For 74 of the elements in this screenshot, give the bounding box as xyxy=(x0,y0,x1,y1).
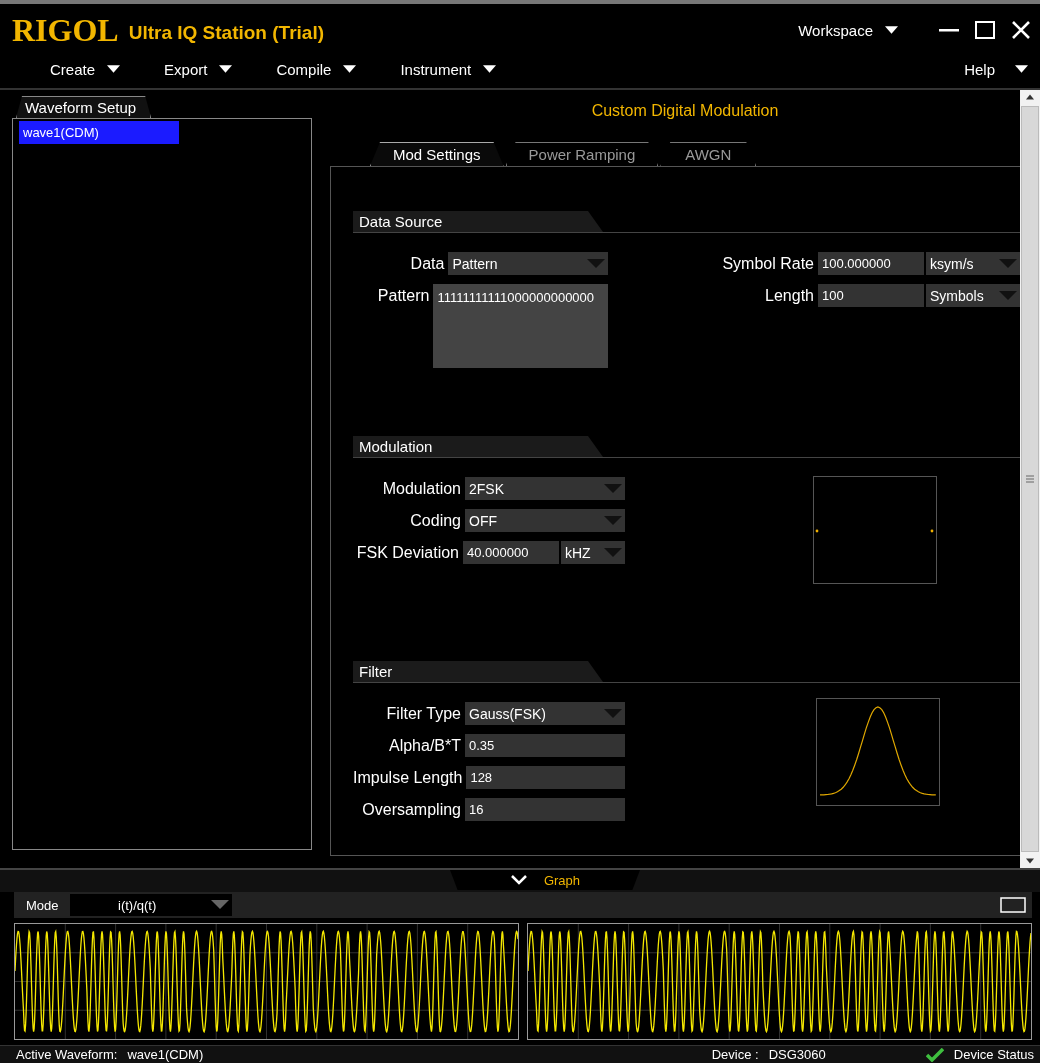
caret-icon xyxy=(107,64,121,74)
caret-icon xyxy=(211,900,229,910)
caret-icon xyxy=(219,64,233,74)
input-field[interactable]: 100.000000 xyxy=(818,252,924,275)
unit-dropdown[interactable]: Symbols xyxy=(926,284,1020,307)
input-field[interactable]: 16 xyxy=(465,798,625,821)
field-label: FSK Deviation xyxy=(355,543,459,563)
section-header: Data Source xyxy=(353,211,603,232)
caret-icon xyxy=(343,64,357,74)
field-label: Modulation xyxy=(381,479,461,499)
section-header: Filter xyxy=(353,661,603,682)
caret-icon xyxy=(483,64,497,74)
caret-icon xyxy=(604,483,622,494)
caret-icon xyxy=(999,258,1017,269)
menu-item[interactable]: Compile xyxy=(276,60,357,78)
input-field[interactable]: 40.000000 xyxy=(463,541,559,564)
dropdown[interactable]: 2FSK xyxy=(465,477,625,500)
caret-icon xyxy=(587,258,606,269)
menu-item[interactable]: Export xyxy=(164,60,233,78)
logo: RIGOL xyxy=(12,11,119,49)
field-label: Symbol Rate xyxy=(721,254,814,274)
field-label: Filter Type xyxy=(385,704,461,724)
window-icon[interactable] xyxy=(998,895,1028,915)
field-label: Impulse Length xyxy=(353,768,463,788)
window-title: Ultra IQ Station (Trial) xyxy=(128,22,324,44)
tab[interactable]: Mod Settings xyxy=(370,142,504,166)
field-label: Alpha/B*T xyxy=(387,736,461,756)
tab[interactable]: AWGN xyxy=(660,142,757,166)
tree-item[interactable]: wave1(CDM) xyxy=(19,121,179,144)
field-label: Length xyxy=(764,286,814,306)
status-text: Device Status xyxy=(953,1047,1034,1062)
pattern-field[interactable]: 11111111111000000000000 xyxy=(433,284,609,368)
caret-icon xyxy=(604,708,622,719)
field-label: Pattern xyxy=(376,286,430,306)
unit-dropdown[interactable]: kHZ xyxy=(561,541,625,564)
chevron-down-icon xyxy=(509,875,528,885)
field-label: Coding xyxy=(409,511,461,531)
scroll-up-icon[interactable] xyxy=(1026,94,1034,100)
status-label: Active Waveform: xyxy=(16,1047,118,1062)
grip-icon xyxy=(1026,475,1034,483)
caret-icon xyxy=(604,515,622,526)
panel-tab[interactable]: Waveform Setup xyxy=(16,96,152,118)
caret-icon xyxy=(604,547,622,558)
status-label: Device : xyxy=(711,1047,759,1062)
maximize-icon[interactable] xyxy=(974,19,996,41)
field-label: Data xyxy=(409,254,445,274)
caret-icon xyxy=(999,290,1017,301)
caret-icon xyxy=(1015,64,1028,74)
dropdown[interactable]: OFF xyxy=(465,509,625,532)
graph-toggle[interactable]: Graph xyxy=(450,870,640,890)
dropdown[interactable]: Pattern xyxy=(448,252,609,275)
menu-item[interactable]: Create xyxy=(50,60,121,78)
mode-dropdown[interactable]: i(t)/q(t) xyxy=(70,894,232,916)
menu-item[interactable]: Instrument xyxy=(400,60,497,78)
field-label: Oversampling xyxy=(361,800,461,820)
tab[interactable]: Power Ramping xyxy=(505,142,659,166)
mode-label: Mode xyxy=(26,897,60,913)
scrollbar[interactable] xyxy=(1020,90,1040,868)
workspace-menu[interactable]: Workspace xyxy=(798,21,898,39)
section-header: Modulation xyxy=(353,436,603,457)
menu-item[interactable]: Help xyxy=(964,60,1028,78)
input-field[interactable]: 100 xyxy=(818,284,924,307)
status-value: DSG3060 xyxy=(768,1047,826,1062)
graph-label: Graph xyxy=(543,872,581,888)
caret-icon xyxy=(885,25,898,35)
dropdown[interactable]: Gauss(FSK) xyxy=(465,702,625,725)
input-field[interactable]: 128 xyxy=(466,766,625,789)
close-icon[interactable] xyxy=(1010,19,1032,41)
status-value: wave1(CDM) xyxy=(127,1047,204,1062)
panel-title: Custom Digital Modulation xyxy=(590,102,780,121)
scroll-down-icon[interactable] xyxy=(1026,858,1034,864)
input-field[interactable]: 0.35 xyxy=(465,734,625,757)
check-icon xyxy=(925,1047,944,1062)
unit-dropdown[interactable]: ksym/s xyxy=(926,252,1020,275)
